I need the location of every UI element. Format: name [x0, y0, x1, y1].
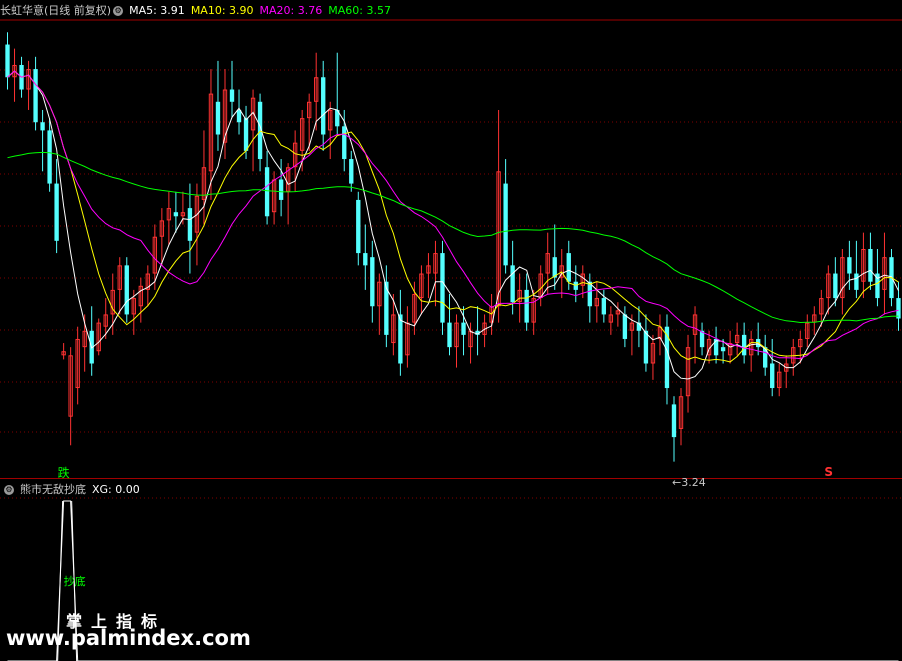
candle-body [173, 212, 179, 217]
candle-body [243, 118, 249, 151]
candle-body [124, 265, 129, 315]
candle-body [854, 273, 859, 290]
candle-body [601, 298, 607, 315]
stock-name: 长虹华意 [0, 4, 44, 17]
main-panel-header: 长虹华意(日线 前复权) ⚙ MA5: 3.91 MA10: 3.90 MA20: 3.… [0, 3, 397, 19]
candle-body [215, 101, 221, 135]
candle-body [384, 281, 389, 335]
candle-body [896, 298, 901, 319]
candle-body [524, 289, 529, 323]
candle-body [187, 208, 193, 241]
candle-body [847, 257, 852, 274]
candle-body [47, 130, 52, 184]
candle-body [236, 109, 242, 123]
ma20-readout: MA20: 3.76 [259, 4, 323, 17]
candle-body [566, 253, 571, 282]
settings-gear-icon[interactable]: ⚙ [113, 6, 124, 16]
candle-body [622, 314, 628, 339]
candle-body [447, 322, 452, 348]
sub-gear-icon[interactable]: ⚙ [4, 485, 14, 495]
candle-body [321, 77, 326, 135]
candle-body [33, 69, 38, 123]
candle-body [370, 257, 375, 307]
candle-body [503, 183, 508, 266]
candle-body [440, 253, 445, 323]
candle-body [363, 253, 368, 266]
indicator-name: 熊市无敌抄底 [20, 483, 86, 496]
candle-body [868, 249, 873, 282]
candle-body [741, 334, 747, 356]
candle-body [54, 183, 59, 241]
candle-body [264, 167, 270, 217]
ma5-line [7, 70, 899, 380]
sell-marker: S [824, 465, 833, 479]
sub-panel-header: ⚙ 熊市无敌抄底 XG: 0.00 [0, 482, 146, 498]
candle-body [770, 363, 775, 389]
candle-body [461, 322, 466, 335]
candle-body [671, 404, 677, 438]
price-grid [0, 19, 902, 499]
watermark-url: www.palmindex.com [6, 626, 251, 650]
stock-chart[interactable] [0, 0, 902, 661]
die-marker: 跌 [57, 466, 70, 480]
candle-body [356, 199, 361, 254]
ma5-readout: MA5: 3.91 [129, 4, 185, 17]
candles [5, 32, 901, 462]
candle-body [278, 179, 284, 200]
low-price-label: ←3.24 [671, 475, 706, 489]
candle-body [40, 122, 45, 131]
ma60-readout: MA60: 3.57 [328, 4, 391, 17]
candle-body [720, 347, 726, 352]
candle-body [349, 159, 354, 184]
candle-body [643, 330, 649, 364]
ma-lines [7, 70, 899, 380]
candle-body [713, 338, 719, 356]
candle-body [229, 89, 235, 102]
candle-body [342, 126, 347, 160]
period-label: (日线 前复权) [44, 4, 112, 17]
candle-body [510, 265, 515, 303]
ma10-readout: MA10: 3.90 [190, 4, 254, 17]
chaodi-signal-label: 抄底 [63, 575, 86, 588]
xg-readout: XG: 0.00 [92, 483, 140, 496]
candle-body [833, 273, 838, 299]
candle-body [5, 44, 10, 78]
candle-body [398, 314, 403, 364]
